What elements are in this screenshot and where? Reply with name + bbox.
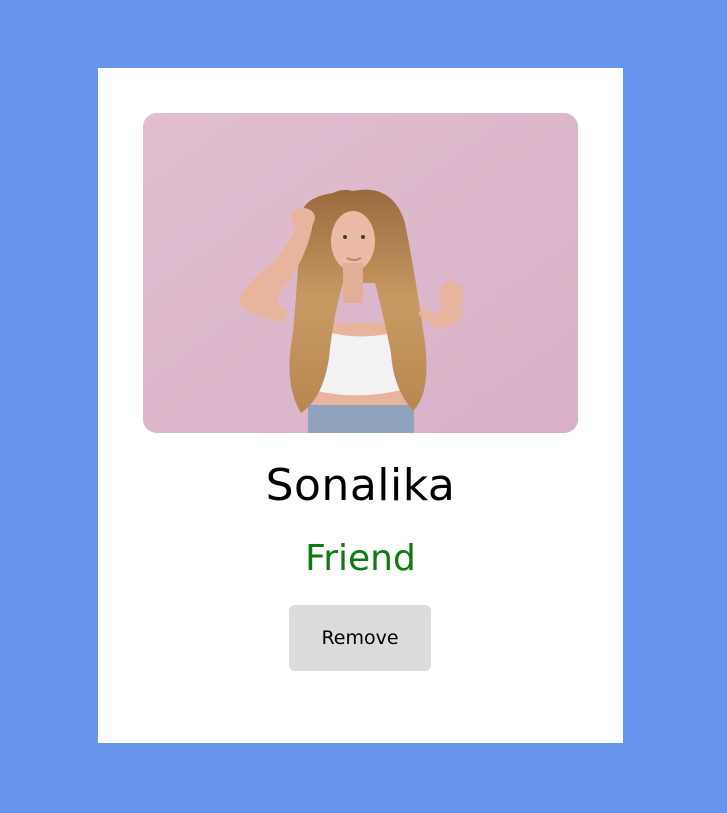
remove-button[interactable]: Remove (289, 605, 431, 671)
portrait-photo-icon (143, 113, 578, 433)
friend-status: Friend (305, 538, 416, 579)
profile-name: Sonalika (265, 460, 456, 511)
profile-photo (143, 113, 578, 433)
profile-card: Sonalika Friend Remove (98, 68, 623, 743)
